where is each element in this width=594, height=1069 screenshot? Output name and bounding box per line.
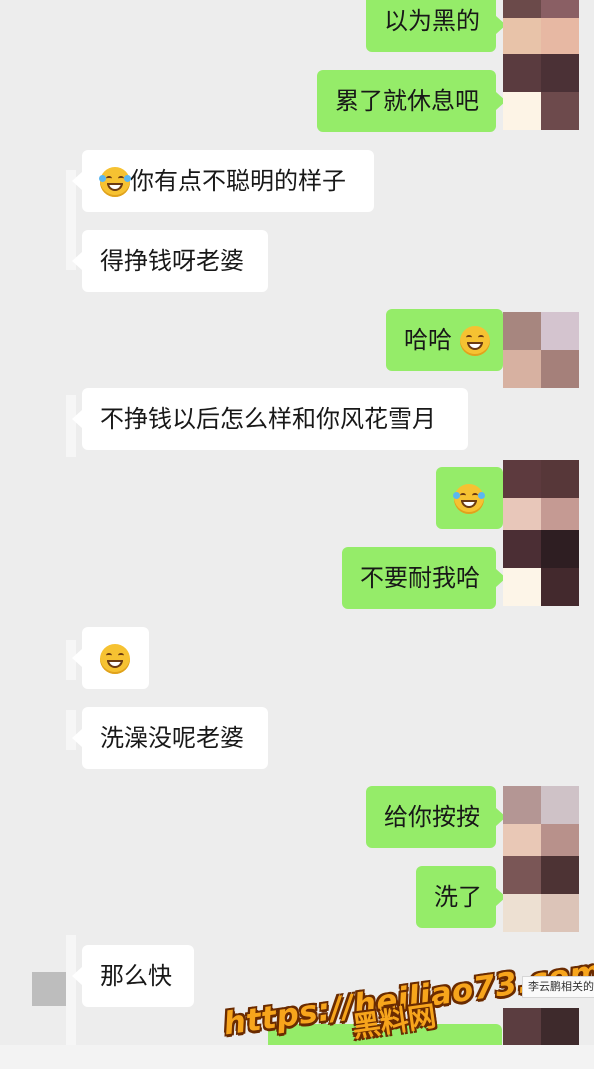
message-bubble-outgoing[interactable]: 不要耐我哈 bbox=[342, 547, 496, 609]
bottom-edge bbox=[0, 1045, 594, 1069]
avatar-self[interactable] bbox=[503, 460, 579, 536]
avatar-placeholder bbox=[32, 972, 66, 1006]
message-bubble-incoming[interactable]: 那么快 bbox=[82, 945, 194, 1007]
bubble-tail bbox=[72, 649, 82, 667]
message-bubble-incoming[interactable] bbox=[82, 627, 149, 689]
message-bubble-outgoing[interactable]: 哈哈 bbox=[386, 309, 503, 371]
message-bubble-incoming[interactable]: 洗澡没呢老婆 bbox=[82, 707, 268, 769]
message-bubble-incoming[interactable]: 你有点不聪明的样子 bbox=[82, 150, 374, 212]
avatar-self[interactable] bbox=[503, 1008, 579, 1048]
laugh-cry-emoji-icon bbox=[99, 167, 131, 197]
message-bubble-outgoing[interactable]: 以为黑的 bbox=[366, 0, 496, 52]
bubble-tail bbox=[72, 410, 82, 428]
bubble-tail bbox=[72, 729, 82, 747]
message-bubble-incoming[interactable]: 得挣钱呀老婆 bbox=[82, 230, 268, 292]
bubble-tail bbox=[72, 172, 82, 190]
message-text: 不挣钱以后怎么样和你风花雪月 bbox=[100, 405, 436, 433]
bubble-tail bbox=[72, 252, 82, 270]
message-text: 以为黑的 bbox=[384, 7, 480, 35]
left-ghost-strip bbox=[66, 935, 76, 1045]
message-bubble-incoming[interactable]: 不挣钱以后怎么样和你风花雪月 bbox=[82, 388, 468, 450]
avatar-self[interactable] bbox=[503, 0, 579, 56]
message-bubble-outgoing[interactable]: 洗了 bbox=[416, 866, 496, 928]
message-text: 哈哈 bbox=[404, 326, 452, 354]
message-text: 不要耐我哈 bbox=[360, 564, 480, 592]
message-bubble-outgoing[interactable]: 累了就休息吧 bbox=[317, 70, 496, 132]
avatar-self[interactable] bbox=[503, 54, 579, 130]
message-text: 洗澡没呢老婆 bbox=[100, 724, 244, 752]
message-text: 累了就休息吧 bbox=[335, 87, 479, 115]
message-bubble-outgoing[interactable] bbox=[436, 467, 503, 529]
avatar-self[interactable] bbox=[503, 530, 579, 606]
laugh-cry-emoji-icon bbox=[453, 484, 485, 514]
message-text: 给你按按 bbox=[384, 803, 480, 831]
message-text: 得挣钱呀老婆 bbox=[100, 247, 244, 275]
grin-emoji-icon bbox=[100, 644, 130, 674]
message-text: 你有点不聪明的样子 bbox=[130, 167, 346, 195]
message-text: 那么快 bbox=[100, 962, 172, 990]
grin-emoji-icon bbox=[459, 326, 490, 356]
message-bubble-outgoing[interactable]: 给你按按 bbox=[366, 786, 496, 848]
avatar-self[interactable] bbox=[503, 786, 579, 862]
message-text: 洗了 bbox=[434, 883, 482, 911]
side-tag[interactable]: 李云鹏相关的 bbox=[522, 976, 594, 998]
bubble-tail bbox=[72, 967, 82, 985]
avatar-self[interactable] bbox=[503, 312, 579, 388]
avatar-self[interactable] bbox=[503, 856, 579, 932]
